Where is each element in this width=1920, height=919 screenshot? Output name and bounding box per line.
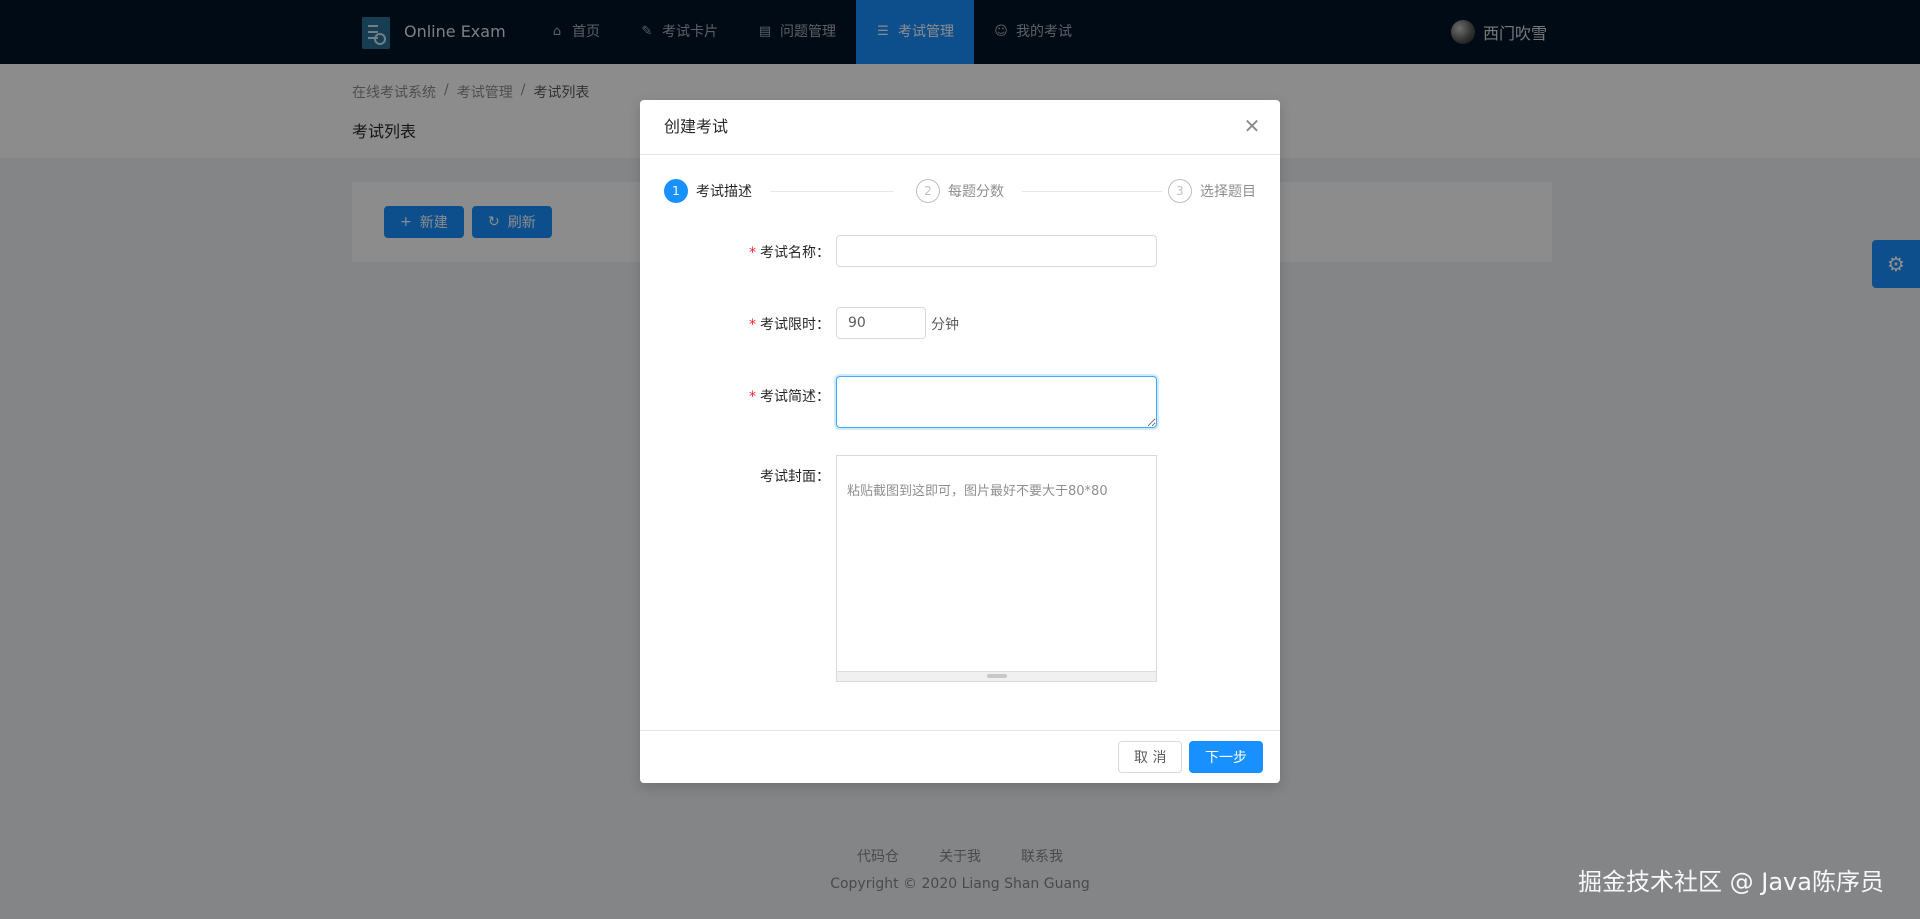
step-number: 2 [916,179,940,203]
exam-description-label: * 考试简述： [690,386,830,406]
cover-placeholder: 粘贴截图到这即可，图片最好不要大于80*80 [847,484,1108,499]
time-limit-input[interactable] [836,307,926,339]
required-mark: * [749,245,756,261]
time-limit-label: * 考试限时： [690,314,830,334]
required-mark: * [749,389,756,405]
horizontal-scrollbar[interactable] [837,671,1156,681]
steps: 1 考试描述 2 每题分数 3 选择题目 [664,179,1256,203]
step-title: 考试描述 [696,184,752,200]
step-select-questions: 3 选择题目 [1168,179,1256,203]
step-divider [770,191,894,192]
step-number: 1 [664,179,688,203]
time-limit-label-text: 考试限时： [760,317,830,333]
modal-header: 创建考试 [640,100,1280,155]
close-icon[interactable]: ✕ [1240,114,1264,138]
exam-cover-paste-area[interactable]: 粘贴截图到这即可，图片最好不要大于80*80 [836,455,1157,682]
exam-cover-label: 考试封面： [760,469,830,485]
step-title: 选择题目 [1200,184,1256,200]
required-mark: * [749,317,756,333]
create-exam-modal: 创建考试 ✕ 1 考试描述 2 每题分数 3 选择题目 * 考试名称： * 考试限时… [640,100,1280,783]
exam-name-label: * 考试名称： [690,242,830,262]
scrollbar-thumb[interactable] [987,674,1007,678]
step-exam-description: 1 考试描述 [664,179,752,203]
exam-name-input[interactable] [836,235,1157,267]
exam-description-label-text: 考试简述： [760,389,830,405]
modal-title: 创建考试 [664,117,729,136]
watermark-text: 掘金技术社区 @ Java陈序员 [1578,868,1884,896]
next-step-button[interactable]: 下一步 [1189,741,1263,773]
step-title: 每题分数 [948,184,1004,200]
modal-footer: 取 消 下一步 [640,730,1280,783]
exam-description-textarea[interactable] [836,376,1157,428]
time-limit-unit: 分钟 [931,317,959,333]
step-score-per-question: 2 每题分数 [916,179,1004,203]
cancel-button[interactable]: 取 消 [1118,741,1183,773]
step-divider [1022,191,1162,192]
exam-name-label-text: 考试名称： [760,245,830,261]
step-number: 3 [1168,179,1192,203]
